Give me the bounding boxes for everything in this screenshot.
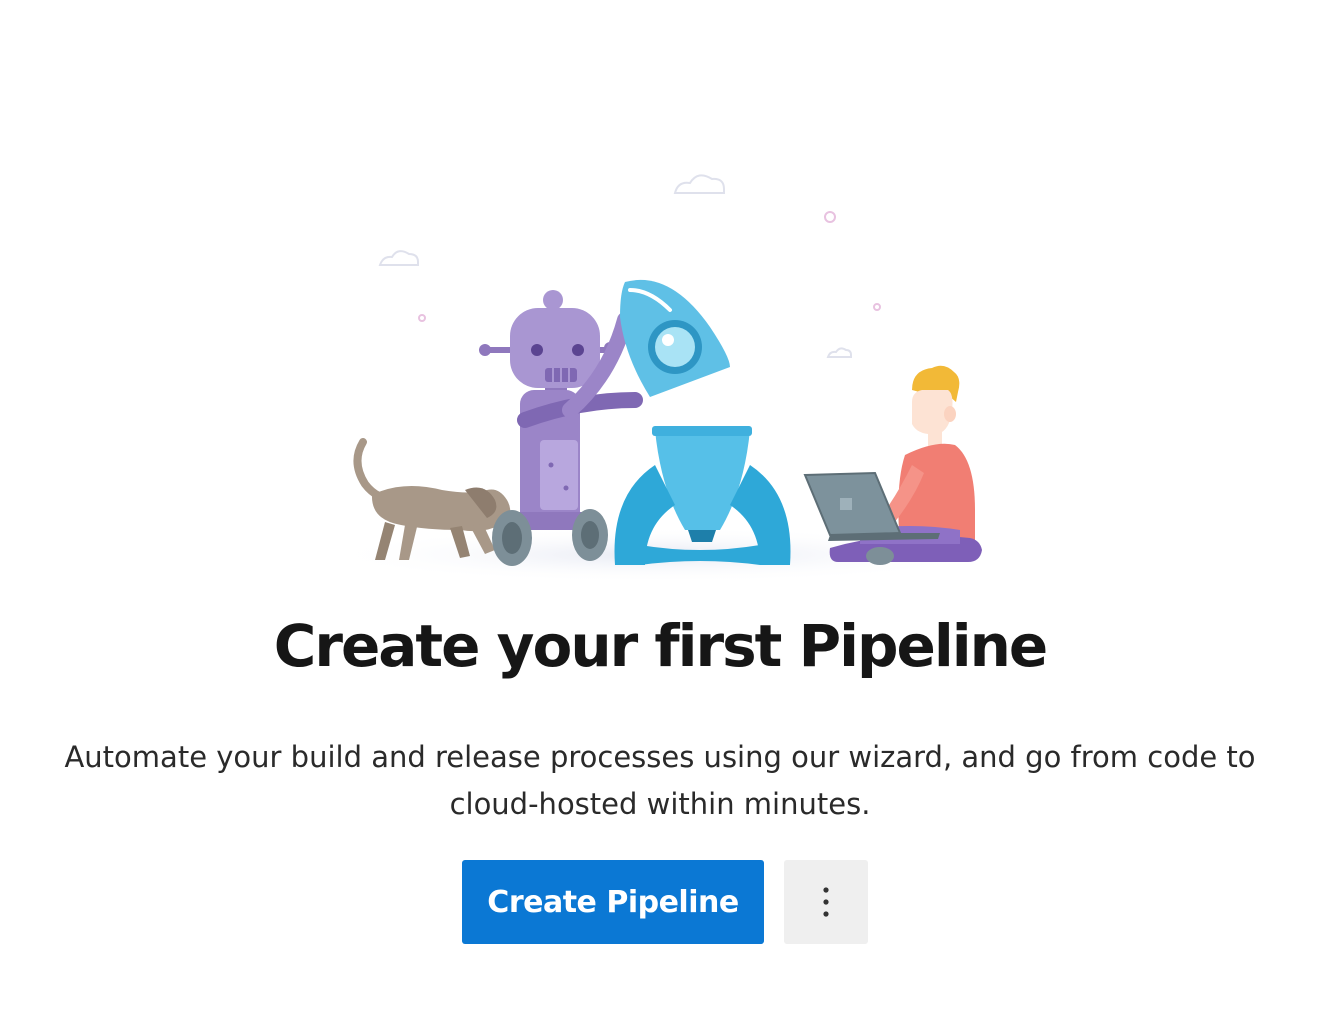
create-pipeline-button[interactable]: Create Pipeline bbox=[462, 860, 764, 944]
robot-icon bbox=[479, 290, 643, 566]
empty-state-actions: Create Pipeline bbox=[462, 860, 868, 944]
sparkle-icon bbox=[418, 314, 426, 322]
more-vertical-icon bbox=[823, 887, 829, 917]
developer-icon bbox=[803, 365, 982, 565]
rocket-icon bbox=[614, 279, 791, 565]
empty-state-description: Automate your build and release processe… bbox=[64, 740, 1256, 821]
more-options-button[interactable] bbox=[784, 860, 868, 944]
sparkle-icon bbox=[873, 303, 881, 311]
cloud-icon bbox=[673, 174, 725, 194]
pipeline-illustration bbox=[300, 150, 1030, 580]
empty-state-title: Create your first Pipeline bbox=[273, 612, 1048, 680]
cloud-icon bbox=[826, 347, 852, 358]
sparkle-icon bbox=[824, 211, 836, 223]
cloud-icon bbox=[378, 250, 419, 266]
